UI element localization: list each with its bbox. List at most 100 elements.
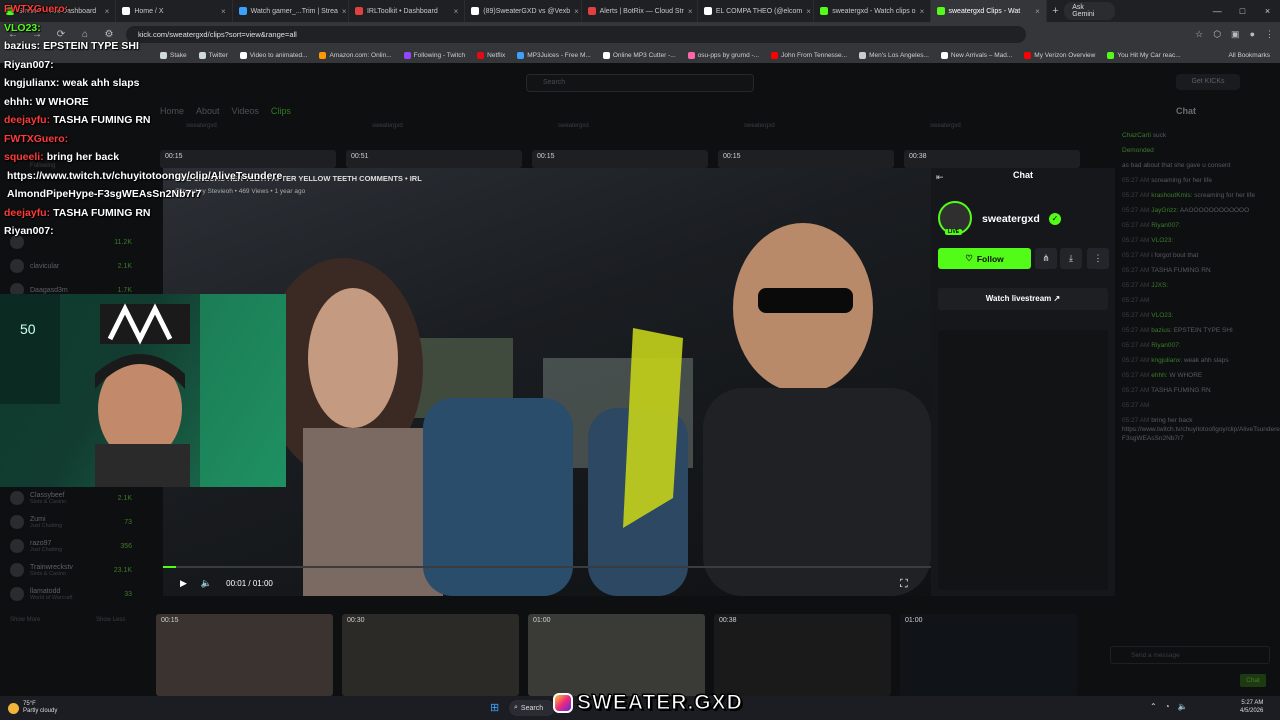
- clip-thumbnail[interactable]: 00:38: [714, 614, 891, 696]
- sidebar-channel-text: Trainwreckstv Slots & Casino: [30, 564, 73, 577]
- more-options-icon[interactable]: ⋮: [1087, 248, 1109, 269]
- tab-close-icon[interactable]: ×: [1035, 7, 1040, 16]
- taskbar-clock[interactable]: 5:27 AM 4/5/2026: [1240, 699, 1263, 715]
- chat-input[interactable]: Send a message: [1110, 646, 1270, 664]
- bookmark-item[interactable]: My Verizon Overview: [1024, 51, 1095, 59]
- clip-thumbnail[interactable]: 01:00: [528, 614, 705, 696]
- system-tray: ⌃ ◔ 🔈: [1150, 702, 1188, 711]
- weather-widget[interactable]: 75°F Partly cloudy: [0, 701, 57, 715]
- clip-thumbnail[interactable]: 00:15: [718, 150, 894, 168]
- tab-close-icon[interactable]: ×: [574, 7, 579, 16]
- chat-username[interactable]: ChazCarti: [1122, 132, 1151, 139]
- watch-livestream-label: Watch livestream: [985, 294, 1052, 303]
- windows-start-icon[interactable]: ⊞: [490, 701, 499, 714]
- bookmark-item[interactable]: Men's Los Angeles...: [859, 51, 929, 59]
- browser-tab[interactable]: (89)SweaterGXD vs @Vexb ×: [465, 0, 582, 22]
- sidebar-channel-item[interactable]: Trainwreckstv Slots & Casino 23.1K: [0, 558, 150, 582]
- bookmark-item[interactable]: New Arrivals – Mad...: [940, 51, 1012, 59]
- clip-thumbnail[interactable]: 00:30: [342, 614, 519, 696]
- all-bookmarks-button[interactable]: All Bookmarks: [1228, 52, 1270, 59]
- sidebar-channel-item[interactable]: Classybeef Slots & Casino 2.1K: [0, 486, 150, 510]
- volume-icon[interactable]: 🔈: [201, 578, 212, 589]
- browser-tab[interactable]: sweatergxd - Watch clips o ×: [814, 0, 931, 22]
- chat-username[interactable]: ehhh:: [1151, 372, 1167, 379]
- search-input[interactable]: Search: [526, 74, 754, 92]
- sidebar-channel-item[interactable]: razo97 Just Chatting 356: [0, 534, 150, 558]
- share-icon[interactable]: ⋔: [1035, 248, 1057, 269]
- tab-favicon-icon: [587, 7, 596, 15]
- overlay-chat-text: weak ahh slaps: [62, 77, 140, 89]
- chat-username[interactable]: Riyan007:: [1151, 222, 1180, 229]
- tab-close-icon[interactable]: ×: [342, 7, 347, 16]
- chat-username[interactable]: kngjulianx:: [1151, 357, 1182, 364]
- clip-thumbnail[interactable]: 00:15: [156, 614, 333, 696]
- bookmark-favicon-icon: [1024, 51, 1032, 59]
- bookmark-item[interactable]: MP3Juices - Free M...: [517, 51, 591, 59]
- tab-close-icon[interactable]: ×: [454, 7, 459, 16]
- speaker-icon[interactable]: 🔈: [1178, 702, 1188, 711]
- chat-username[interactable]: Riyan007:: [1151, 342, 1180, 349]
- clip-thumbnail[interactable]: 01:00: [900, 614, 1077, 696]
- profile-icon[interactable]: ●: [1250, 29, 1255, 40]
- bookmark-item[interactable]: osu-pps by grumd -...: [687, 51, 759, 59]
- get-kicks-button[interactable]: Get KICKs: [1176, 74, 1240, 90]
- browser-tab[interactable]: Alerts | BotRix — Cloud Str ×: [582, 0, 698, 22]
- chat-username[interactable]: VLO23:: [1151, 237, 1173, 244]
- download-icon[interactable]: ⤓: [1060, 248, 1082, 269]
- chat-message: Demonded: [1110, 146, 1280, 155]
- sidebar-channel-item[interactable]: clavicular 2.1K: [0, 254, 150, 278]
- chat-message: 05:27 AM: [1110, 401, 1280, 410]
- fullscreen-icon[interactable]: ⛶: [900, 578, 908, 591]
- follow-button[interactable]: ♡ Follow: [938, 248, 1031, 269]
- new-tab-button[interactable]: +: [1047, 5, 1064, 17]
- taskbar-search[interactable]: ⌕ Search: [509, 700, 555, 716]
- browser-tab[interactable]: EL COMPA THEO (@elcom ×: [698, 0, 815, 22]
- tab-title: sweatergxd Clips - Wat: [948, 7, 1021, 15]
- sidebar-channel-item[interactable]: llamatodd World of Warcraft 33: [0, 582, 150, 606]
- bookmark-item[interactable]: John From Tennesse...: [771, 51, 847, 59]
- chevron-up-icon[interactable]: ⌃: [1150, 702, 1157, 711]
- tab-close-icon[interactable]: ×: [688, 7, 693, 16]
- overlay-chat-text: https://www.twitch.tv/chuyitotoongy/clip…: [7, 169, 283, 182]
- extension-icon[interactable]: ⬡: [1213, 29, 1221, 40]
- clip-thumbnail[interactable]: 00:15: [532, 150, 708, 168]
- browser-menu-icon[interactable]: ⋮: [1265, 29, 1274, 40]
- sidebar-channel-text: Zumi Just Chatting: [30, 516, 62, 529]
- tab-close-icon[interactable]: ×: [806, 7, 811, 16]
- ask-gemini-button[interactable]: Ask Gemini: [1064, 2, 1115, 20]
- maximize-icon[interactable]: □: [1230, 6, 1255, 16]
- clip-thumbnail[interactable]: 00:38: [904, 150, 1080, 168]
- chat-username[interactable]: JayGrizz:: [1151, 207, 1178, 214]
- show-less-link[interactable]: Show Less: [96, 617, 125, 623]
- bookmark-item[interactable]: Following - Twitch: [403, 51, 465, 59]
- avatar: [10, 491, 24, 505]
- channel-name[interactable]: sweatergxd: [982, 213, 1040, 225]
- chat-text: suck: [1152, 132, 1167, 139]
- bookmark-star-icon[interactable]: ☆: [1195, 29, 1203, 40]
- tab-close-icon[interactable]: ×: [920, 7, 925, 16]
- chat-send-button[interactable]: Chat: [1240, 674, 1266, 687]
- chat-username[interactable]: JJXS:: [1151, 282, 1168, 289]
- watch-livestream-button[interactable]: Watch livestream ↗: [938, 288, 1108, 310]
- bookmark-item[interactable]: Netflix: [477, 51, 505, 59]
- chat-username[interactable]: bazius:: [1151, 327, 1172, 334]
- show-more-link[interactable]: Show More: [10, 617, 40, 623]
- overlay-chat-user: VLO23:: [4, 21, 41, 34]
- chat-username[interactable]: Demonded: [1122, 147, 1154, 154]
- bookmark-favicon-icon: [517, 51, 525, 59]
- sidebar-channel-item[interactable]: Zumi Just Chatting 73: [0, 510, 150, 534]
- play-icon[interactable]: ▶: [180, 578, 187, 589]
- minimize-icon[interactable]: —: [1205, 6, 1230, 16]
- chat-username[interactable]: krashoutKmis:: [1151, 192, 1192, 199]
- video-progress-bar[interactable]: [163, 566, 931, 568]
- browser-tab[interactable]: IRLToolkit • Dashboard ×: [349, 0, 466, 22]
- close-window-icon[interactable]: ×: [1255, 6, 1280, 16]
- wifi-icon[interactable]: ◔: [1165, 702, 1170, 711]
- extensions-puzzle-icon[interactable]: ▣: [1231, 29, 1240, 40]
- bookmark-item[interactable]: Amazon.com: Onlin...: [319, 51, 392, 59]
- chat-username[interactable]: VLO23:: [1151, 312, 1173, 319]
- clip-thumbnail[interactable]: 00:51: [346, 150, 522, 168]
- bookmark-item[interactable]: You Hit My Car reac...: [1107, 51, 1181, 59]
- bookmark-item[interactable]: Online MP3 Cutter -...: [602, 51, 676, 59]
- browser-tab[interactable]: sweatergxd Clips - Wat ×: [930, 0, 1047, 22]
